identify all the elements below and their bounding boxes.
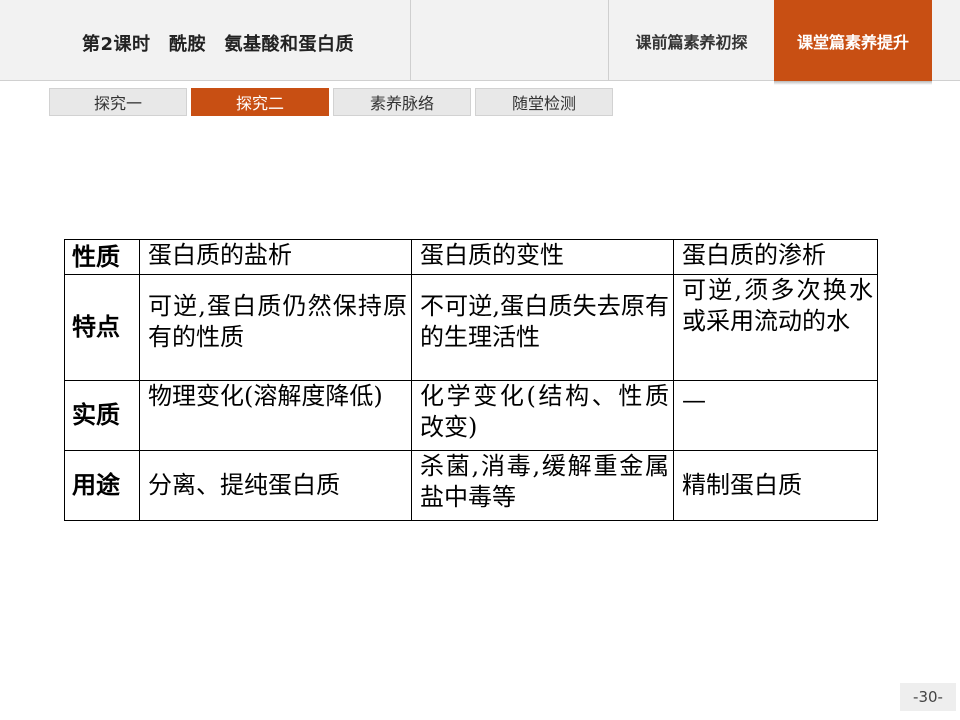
column-header-salting-out: 蛋白质的盐析 bbox=[139, 239, 412, 275]
header-divider bbox=[410, 0, 411, 81]
nav-tab-preview[interactable]: 课前篇素养初探 bbox=[609, 0, 774, 81]
table-header-row: 性质 蛋白质的盐析 蛋白质的变性 蛋白质的渗析 bbox=[64, 239, 878, 275]
table-cell: 分离、提纯蛋白质 bbox=[139, 450, 412, 521]
page-number: -30- bbox=[900, 683, 956, 711]
table-corner-cell: 性质 bbox=[64, 239, 140, 275]
table-cell: 精制蛋白质 bbox=[673, 450, 878, 521]
row-header-feature: 特点 bbox=[64, 274, 140, 381]
table-row: 特点 可逆,蛋白质仍然保持原有的性质 不可逆,蛋白质失去原有的生理活性 可逆,须… bbox=[64, 274, 878, 381]
lesson-title: 第2课时 酰胺 氨基酸和蛋白质 bbox=[82, 34, 355, 55]
subtab-inquiry-2[interactable]: 探究二 bbox=[191, 88, 329, 116]
table-cell: 杀菌,消毒,缓解重金属盐中毒等 bbox=[411, 450, 674, 521]
table-row: 用途 分离、提纯蛋白质 杀菌,消毒,缓解重金属盐中毒等 精制蛋白质 bbox=[64, 450, 878, 521]
column-header-denaturation: 蛋白质的变性 bbox=[411, 239, 674, 275]
row-header-use: 用途 bbox=[64, 450, 140, 521]
header-bar: 第2课时 酰胺 氨基酸和蛋白质 课前篇素养初探 课堂篇素养提升 bbox=[0, 0, 960, 81]
table-cell: 可逆,须多次换水或采用流动的水 bbox=[673, 274, 878, 381]
table-row: 实质 物理变化(溶解度降低) 化学变化(结构、性质改变) — bbox=[64, 380, 878, 451]
table-cell: 化学变化(结构、性质改变) bbox=[411, 380, 674, 451]
subtab-classroom-test[interactable]: 随堂检测 bbox=[475, 88, 613, 116]
table-cell: 物理变化(溶解度降低) bbox=[139, 380, 412, 451]
subtab-literacy-context[interactable]: 素养脉络 bbox=[333, 88, 471, 116]
subtab-inquiry-1[interactable]: 探究一 bbox=[49, 88, 187, 116]
table-cell: — bbox=[673, 380, 878, 451]
table-cell: 不可逆,蛋白质失去原有的生理活性 bbox=[411, 274, 674, 381]
table-cell: 可逆,蛋白质仍然保持原有的性质 bbox=[139, 274, 412, 381]
row-header-essence: 实质 bbox=[64, 380, 140, 451]
protein-properties-table: 性质 蛋白质的盐析 蛋白质的变性 蛋白质的渗析 特点 可逆,蛋白质仍然保持原有的… bbox=[64, 239, 878, 521]
active-tab-shadow bbox=[774, 81, 932, 85]
column-header-dialysis: 蛋白质的渗析 bbox=[673, 239, 878, 275]
nav-tab-classroom[interactable]: 课堂篇素养提升 bbox=[774, 0, 932, 81]
